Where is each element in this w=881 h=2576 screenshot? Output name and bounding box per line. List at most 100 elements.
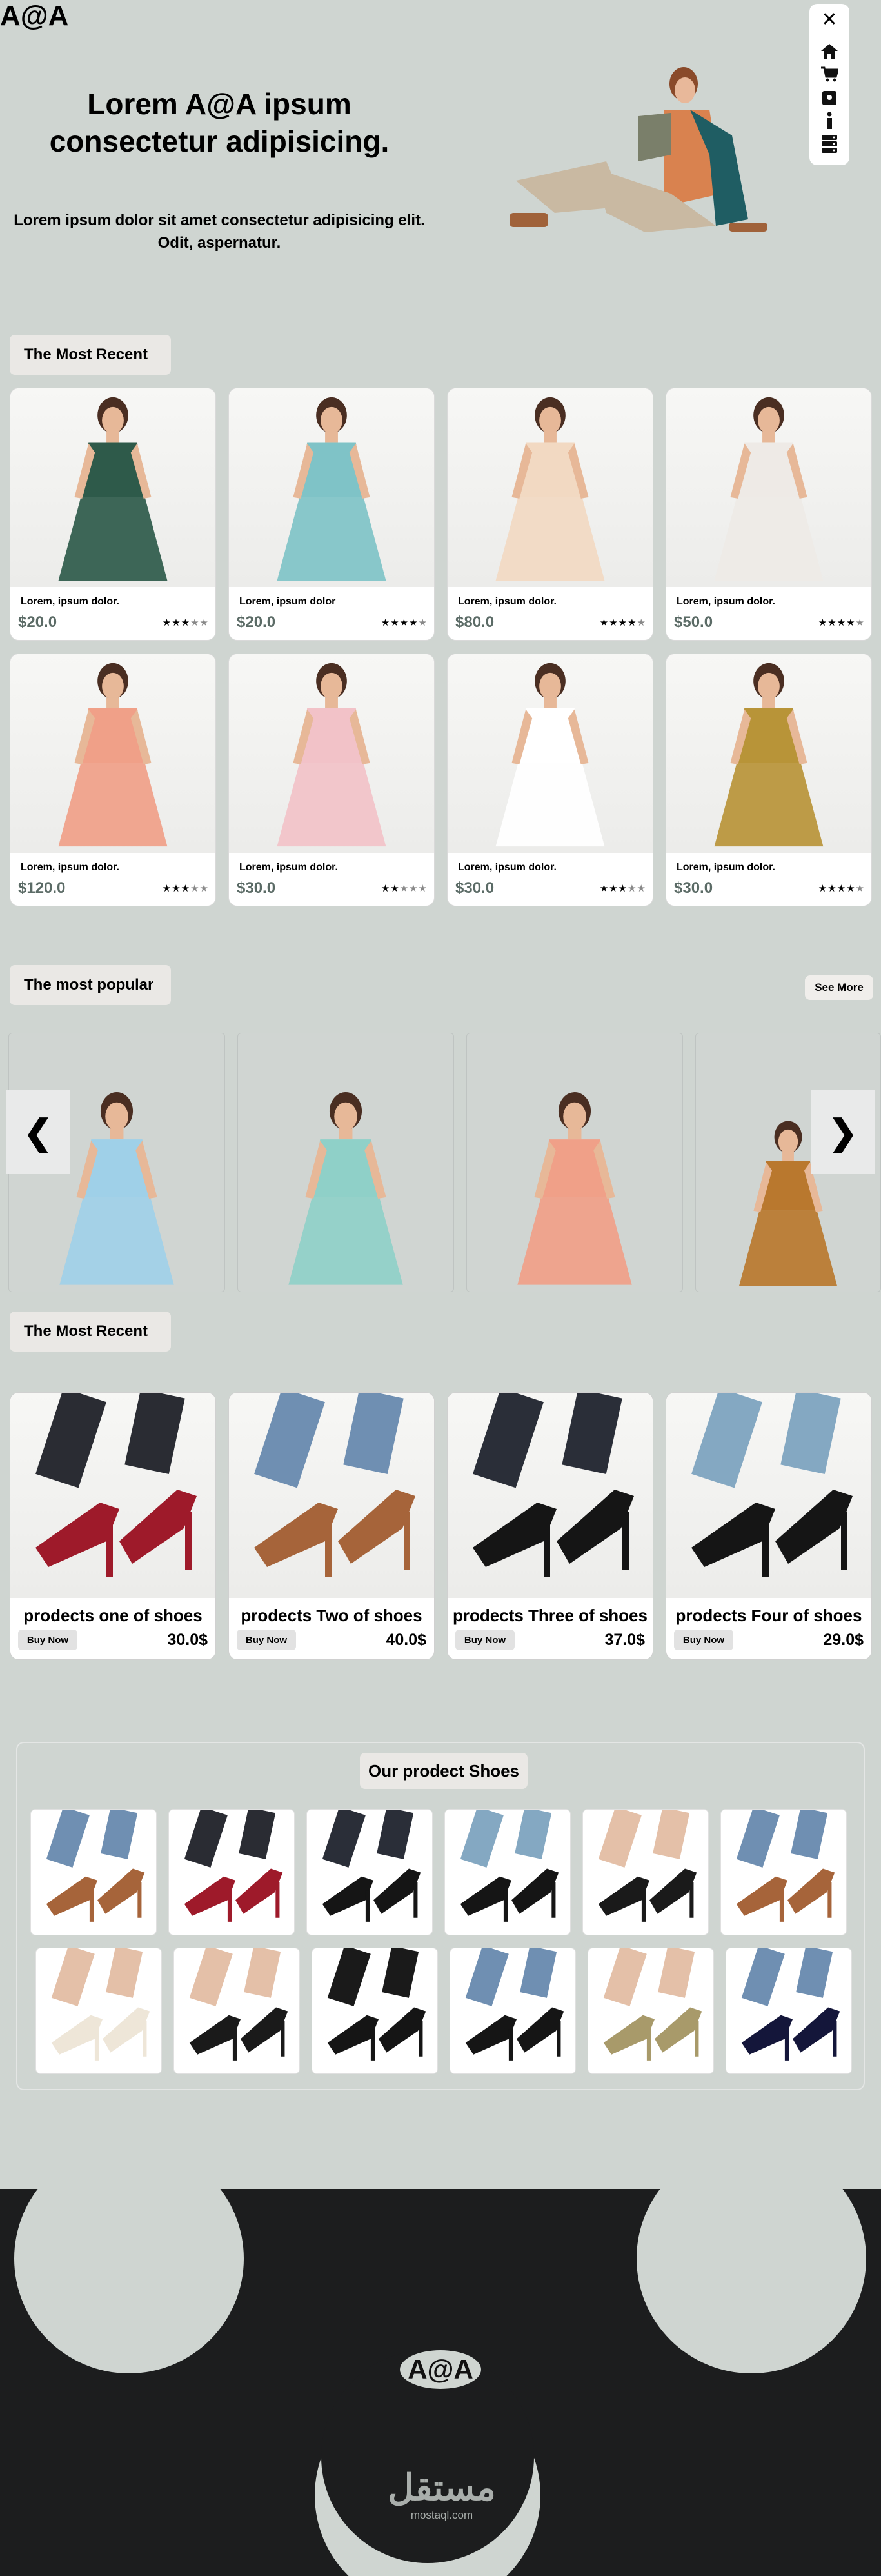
product-card[interactable]: Lorem, ipsum dolor. $120.0 ★★★★★ — [10, 654, 216, 906]
carousel-next-button[interactable]: ❯ — [811, 1090, 875, 1174]
cart-icon[interactable] — [820, 66, 839, 83]
footer-logo[interactable]: A@A — [400, 2350, 481, 2389]
gallery-thumb[interactable] — [306, 1809, 433, 1935]
shoe-price: 30.0$ — [167, 1631, 208, 1649]
home-icon[interactable] — [820, 43, 839, 59]
buy-now-button[interactable]: Buy Now — [18, 1630, 77, 1650]
gallery-thumb[interactable] — [168, 1809, 295, 1935]
product-rating: ★★★★★ — [599, 617, 646, 628]
gift-icon[interactable] — [820, 89, 839, 106]
gallery-thumb[interactable] — [35, 1948, 162, 2074]
shoe-image[interactable] — [10, 1393, 215, 1598]
product-price: $50.0 — [674, 614, 713, 631]
section-tag-shoes-recent: The Most Recent — [10, 1312, 171, 1352]
hero-model-image — [477, 65, 813, 297]
product-rating: ★★★★★ — [818, 883, 865, 894]
product-image[interactable] — [229, 388, 434, 587]
watermark: مستقل mostaql.com — [381, 2466, 503, 2522]
product-image[interactable] — [666, 388, 871, 587]
chevron-right-icon: ❯ — [828, 1113, 858, 1152]
section-tag-most-popular: The most popular — [10, 965, 171, 1005]
product-price: $120.0 — [18, 879, 66, 897]
see-more-button[interactable]: See More — [805, 975, 873, 1000]
gallery-thumb[interactable] — [450, 1948, 576, 2074]
shoe-image[interactable] — [229, 1393, 434, 1598]
product-price: $20.0 — [237, 614, 276, 631]
carousel-prev-button[interactable]: ❮ — [6, 1090, 70, 1174]
shoe-card[interactable]: prodects one of shoes Buy Now 30.0$ — [10, 1392, 216, 1660]
shoe-image[interactable] — [448, 1393, 653, 1598]
product-image[interactable] — [448, 388, 653, 587]
shoe-card[interactable]: prodects Four of shoes Buy Now 29.0$ — [666, 1392, 872, 1660]
product-image[interactable] — [229, 654, 434, 853]
product-image[interactable] — [448, 654, 653, 853]
shoe-price: 29.0$ — [823, 1631, 864, 1649]
product-name: Lorem, ipsum dolor. — [21, 862, 119, 873]
shoe-name: prodects Three of shoes — [453, 1606, 648, 1625]
watermark-url: mostaql.com — [410, 2509, 473, 2521]
info-icon[interactable] — [820, 112, 839, 129]
chevron-left-icon: ❮ — [23, 1113, 53, 1152]
popular-item[interactable] — [466, 1033, 683, 1292]
server-icon[interactable] — [820, 135, 839, 153]
gallery-thumb[interactable] — [588, 1948, 714, 2074]
footer-circle-left — [14, 2189, 244, 2373]
product-card[interactable]: Lorem, ipsum dolor. $20.0 ★★★★★ — [10, 388, 216, 641]
gallery-thumb[interactable] — [312, 1948, 438, 2074]
gallery-thumb[interactable] — [726, 1948, 852, 2074]
product-price: $30.0 — [237, 879, 276, 897]
product-image[interactable] — [666, 654, 871, 853]
product-card[interactable]: Lorem, ipsum dolor. $30.0 ★★★★★ — [447, 654, 653, 906]
product-rating: ★★★★★ — [381, 883, 428, 894]
footer-circle-right — [637, 2189, 866, 2373]
shoe-price: 37.0$ — [604, 1631, 645, 1649]
gallery-thumb[interactable] — [173, 1948, 300, 2074]
gallery-thumb[interactable] — [582, 1809, 709, 1935]
buy-now-button[interactable]: Buy Now — [237, 1630, 296, 1650]
product-price: $30.0 — [455, 879, 495, 897]
product-card[interactable]: Lorem, ipsum dolor. $30.0 ★★★★★ — [666, 654, 872, 906]
buy-now-button[interactable]: Buy Now — [674, 1630, 733, 1650]
popular-item-image — [238, 1033, 453, 1292]
shoe-image[interactable] — [666, 1393, 871, 1598]
buy-now-button[interactable]: Buy Now — [455, 1630, 515, 1650]
product-card[interactable]: Lorem, ipsum dolor $20.0 ★★★★★ — [228, 388, 435, 641]
popular-item-image — [467, 1033, 682, 1292]
watermark-arabic: مستقل — [388, 2467, 496, 2508]
product-image[interactable] — [10, 388, 215, 587]
product-rating: ★★★★★ — [162, 617, 209, 628]
product-name: Lorem, ipsum dolor. — [458, 596, 557, 607]
product-image[interactable] — [10, 654, 215, 853]
product-card[interactable]: Lorem, ipsum dolor. $50.0 ★★★★★ — [666, 388, 872, 641]
product-name: Lorem, ipsum dolor — [239, 596, 336, 607]
close-icon[interactable]: ✕ — [821, 10, 837, 36]
gallery-thumb[interactable] — [720, 1809, 847, 1935]
footer: A@A مستقل mostaql.com — [0, 2189, 881, 2576]
gallery-thumb[interactable] — [30, 1809, 157, 1935]
shoe-name: prodects Four of shoes — [675, 1606, 862, 1625]
product-rating: ★★★★★ — [818, 617, 865, 628]
hero-subtitle: Lorem ipsum dolor sit amet consectetur a… — [14, 212, 425, 252]
product-card[interactable]: Lorem, ipsum dolor. $80.0 ★★★★★ — [447, 388, 653, 641]
gallery-title: Our prodect Shoes — [360, 1753, 528, 1789]
product-price: $20.0 — [18, 614, 57, 631]
product-price: $30.0 — [674, 879, 713, 897]
product-rating: ★★★★★ — [599, 883, 646, 894]
shoe-card[interactable]: prodects Three of shoes Buy Now 37.0$ — [447, 1392, 653, 1660]
hero-title: Lorem A@A ipsum consectetur adipisicing. — [49, 87, 390, 158]
product-rating: ★★★★★ — [381, 617, 428, 628]
popular-item[interactable] — [237, 1033, 454, 1292]
product-rating: ★★★★★ — [162, 883, 209, 894]
shoe-name: prodects one of shoes — [23, 1606, 203, 1625]
side-nav: ✕ — [809, 4, 849, 165]
shoe-gallery: Our prodect Shoes — [16, 1742, 865, 2090]
product-name: Lorem, ipsum dolor. — [21, 596, 119, 607]
site-logo[interactable]: A@A — [0, 0, 68, 32]
section-tag-most-recent: The Most Recent — [10, 335, 171, 375]
product-card[interactable]: Lorem, ipsum dolor. $30.0 ★★★★★ — [228, 654, 435, 906]
shoe-price: 40.0$ — [386, 1631, 426, 1649]
gallery-thumb[interactable] — [444, 1809, 571, 1935]
product-name: Lorem, ipsum dolor. — [239, 862, 338, 873]
shoe-card[interactable]: prodects Two of shoes Buy Now 40.0$ — [228, 1392, 435, 1660]
product-name: Lorem, ipsum dolor. — [677, 862, 775, 873]
